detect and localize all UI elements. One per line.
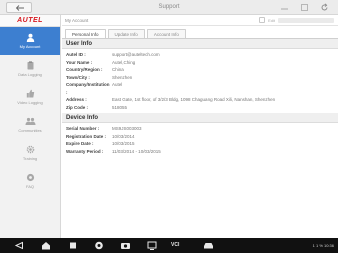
- breadcrumb-label: My Account: [65, 17, 89, 23]
- info-row-expire: Expire Date : 10/03/2015: [66, 140, 334, 148]
- display-icon[interactable]: [147, 241, 157, 250]
- info-row-registration: Registration Date : 10/03/2014: [66, 133, 334, 141]
- field-label: Country/Region :: [66, 67, 103, 72]
- field-value: Autel: [112, 82, 123, 87]
- window-icon[interactable]: [300, 3, 309, 12]
- device-info-heading: Device Info: [62, 113, 338, 123]
- info-row-city: Town/City : Shenzhen: [66, 74, 334, 82]
- field-label: Address :: [66, 97, 87, 102]
- info-row-zip: Zip Code : 518055: [66, 104, 334, 112]
- sidebar: AUTEL My Account Data Logging Video Logg…: [0, 15, 61, 238]
- field-value: MS9JS003003: [112, 126, 142, 131]
- field-value: Autel,Ching: [112, 59, 136, 65]
- tab-update-info[interactable]: Update Info: [107, 29, 145, 38]
- info-row-address: Address : East Gate, 1st floor, of 3/2/3 …: [66, 96, 334, 104]
- main-panel: My Account Edit Personal Info Update Inf…: [62, 15, 338, 238]
- breadcrumb: My Account Edit: [62, 15, 338, 26]
- info-row-autel-id: Autel ID : support@auteltech.com: [66, 51, 334, 59]
- header-actions: Edit: [259, 17, 334, 23]
- field-label: Registration Date :: [66, 133, 107, 139]
- clipboard-icon: [27, 61, 33, 70]
- field-label: Your Name :: [66, 59, 93, 65]
- tab-bar: Personal Info Update Info Account Info: [62, 26, 338, 39]
- info-row-serial: Serial Number : MS9JS003003: [66, 125, 334, 133]
- user-info-heading: User Info: [62, 39, 338, 49]
- sidebar-item-faq[interactable]: FAQ: [0, 167, 60, 195]
- recent-apps-icon[interactable]: [68, 241, 78, 250]
- field-label: Zip Code :: [66, 104, 88, 110]
- sidebar-item-data-logging[interactable]: Data Logging: [0, 55, 60, 83]
- sidebar-item-label: FAQ: [25, 184, 34, 189]
- sidebar-item-video-logging[interactable]: Video Logging: [0, 83, 60, 111]
- field-label: Expire Date :: [66, 141, 94, 146]
- thumbs-up-icon: [26, 89, 34, 98]
- field-value: 10/03/2015: [112, 141, 135, 146]
- info-row-country: Country/Region : China: [66, 66, 334, 74]
- car-icon[interactable]: [203, 241, 214, 250]
- field-label: Town/City :: [66, 74, 90, 80]
- brand-logo: AUTEL: [0, 15, 60, 27]
- field-value: support@auteltech.com: [112, 52, 160, 57]
- camera-icon[interactable]: [120, 241, 131, 250]
- sidebar-item-training[interactable]: Training: [0, 139, 60, 167]
- info-row-company: Company/Institution : Autel: [66, 81, 334, 96]
- field-label: Serial Number :: [66, 126, 100, 131]
- system-nav-bar: VCI 1 1 % 10:36: [0, 238, 338, 253]
- minimize-icon[interactable]: [280, 3, 289, 12]
- sidebar-item-label: Video Logging: [17, 100, 43, 105]
- sidebar-item-communities[interactable]: Communities: [0, 111, 60, 139]
- field-value: East Gate, 1st floor, of 3/2/3 Bldg, 109…: [112, 97, 276, 102]
- title-bar: Support: [0, 0, 338, 15]
- info-row-name: Your Name : Autel,Ching: [66, 59, 334, 67]
- field-value: 11/03/2014 - 10/03/2015: [112, 148, 161, 154]
- user-info-list: Autel ID : support@auteltech.com Your Nam…: [62, 49, 338, 113]
- people-icon: [25, 117, 35, 125]
- tab-account-info[interactable]: Account Info: [146, 29, 186, 38]
- field-value: 10/03/2014: [112, 133, 135, 139]
- vci-label[interactable]: VCI: [171, 242, 179, 248]
- info-row-warranty: Warranty Period : 11/03/2014 - 10/03/2015: [66, 148, 334, 156]
- user-icon: [26, 33, 34, 42]
- status-bar: 1 1 % 10:36: [312, 243, 334, 248]
- help-icon: [26, 173, 34, 182]
- field-label: Company/Institution :: [66, 82, 110, 95]
- field-label: Warranty Period :: [66, 148, 104, 154]
- tab-personal-info[interactable]: Personal Info: [65, 29, 106, 38]
- edit-checkbox[interactable]: [259, 17, 266, 23]
- sidebar-item-label: Training: [22, 156, 38, 161]
- sidebar-item-label: Data Logging: [18, 72, 42, 77]
- back-icon[interactable]: [14, 241, 24, 250]
- field-label: Autel ID :: [66, 52, 86, 57]
- device-info-list: Serial Number : MS9JS003003 Registration …: [62, 123, 338, 157]
- field-value: Shenzhen: [112, 74, 133, 80]
- field-value: 518055: [112, 104, 128, 110]
- sidebar-item-label: Communities: [18, 128, 42, 133]
- field-value: China: [112, 67, 124, 72]
- sidebar-item-label: My Account: [19, 44, 41, 49]
- home-icon[interactable]: [41, 241, 51, 250]
- gear-icon: [26, 145, 34, 154]
- sidebar-item-my-account[interactable]: My Account: [0, 27, 60, 55]
- refresh-icon[interactable]: [320, 3, 329, 12]
- edit-label[interactable]: Edit: [268, 18, 275, 23]
- autel-shortcut-icon[interactable]: [94, 241, 104, 250]
- account-link[interactable]: [278, 17, 334, 23]
